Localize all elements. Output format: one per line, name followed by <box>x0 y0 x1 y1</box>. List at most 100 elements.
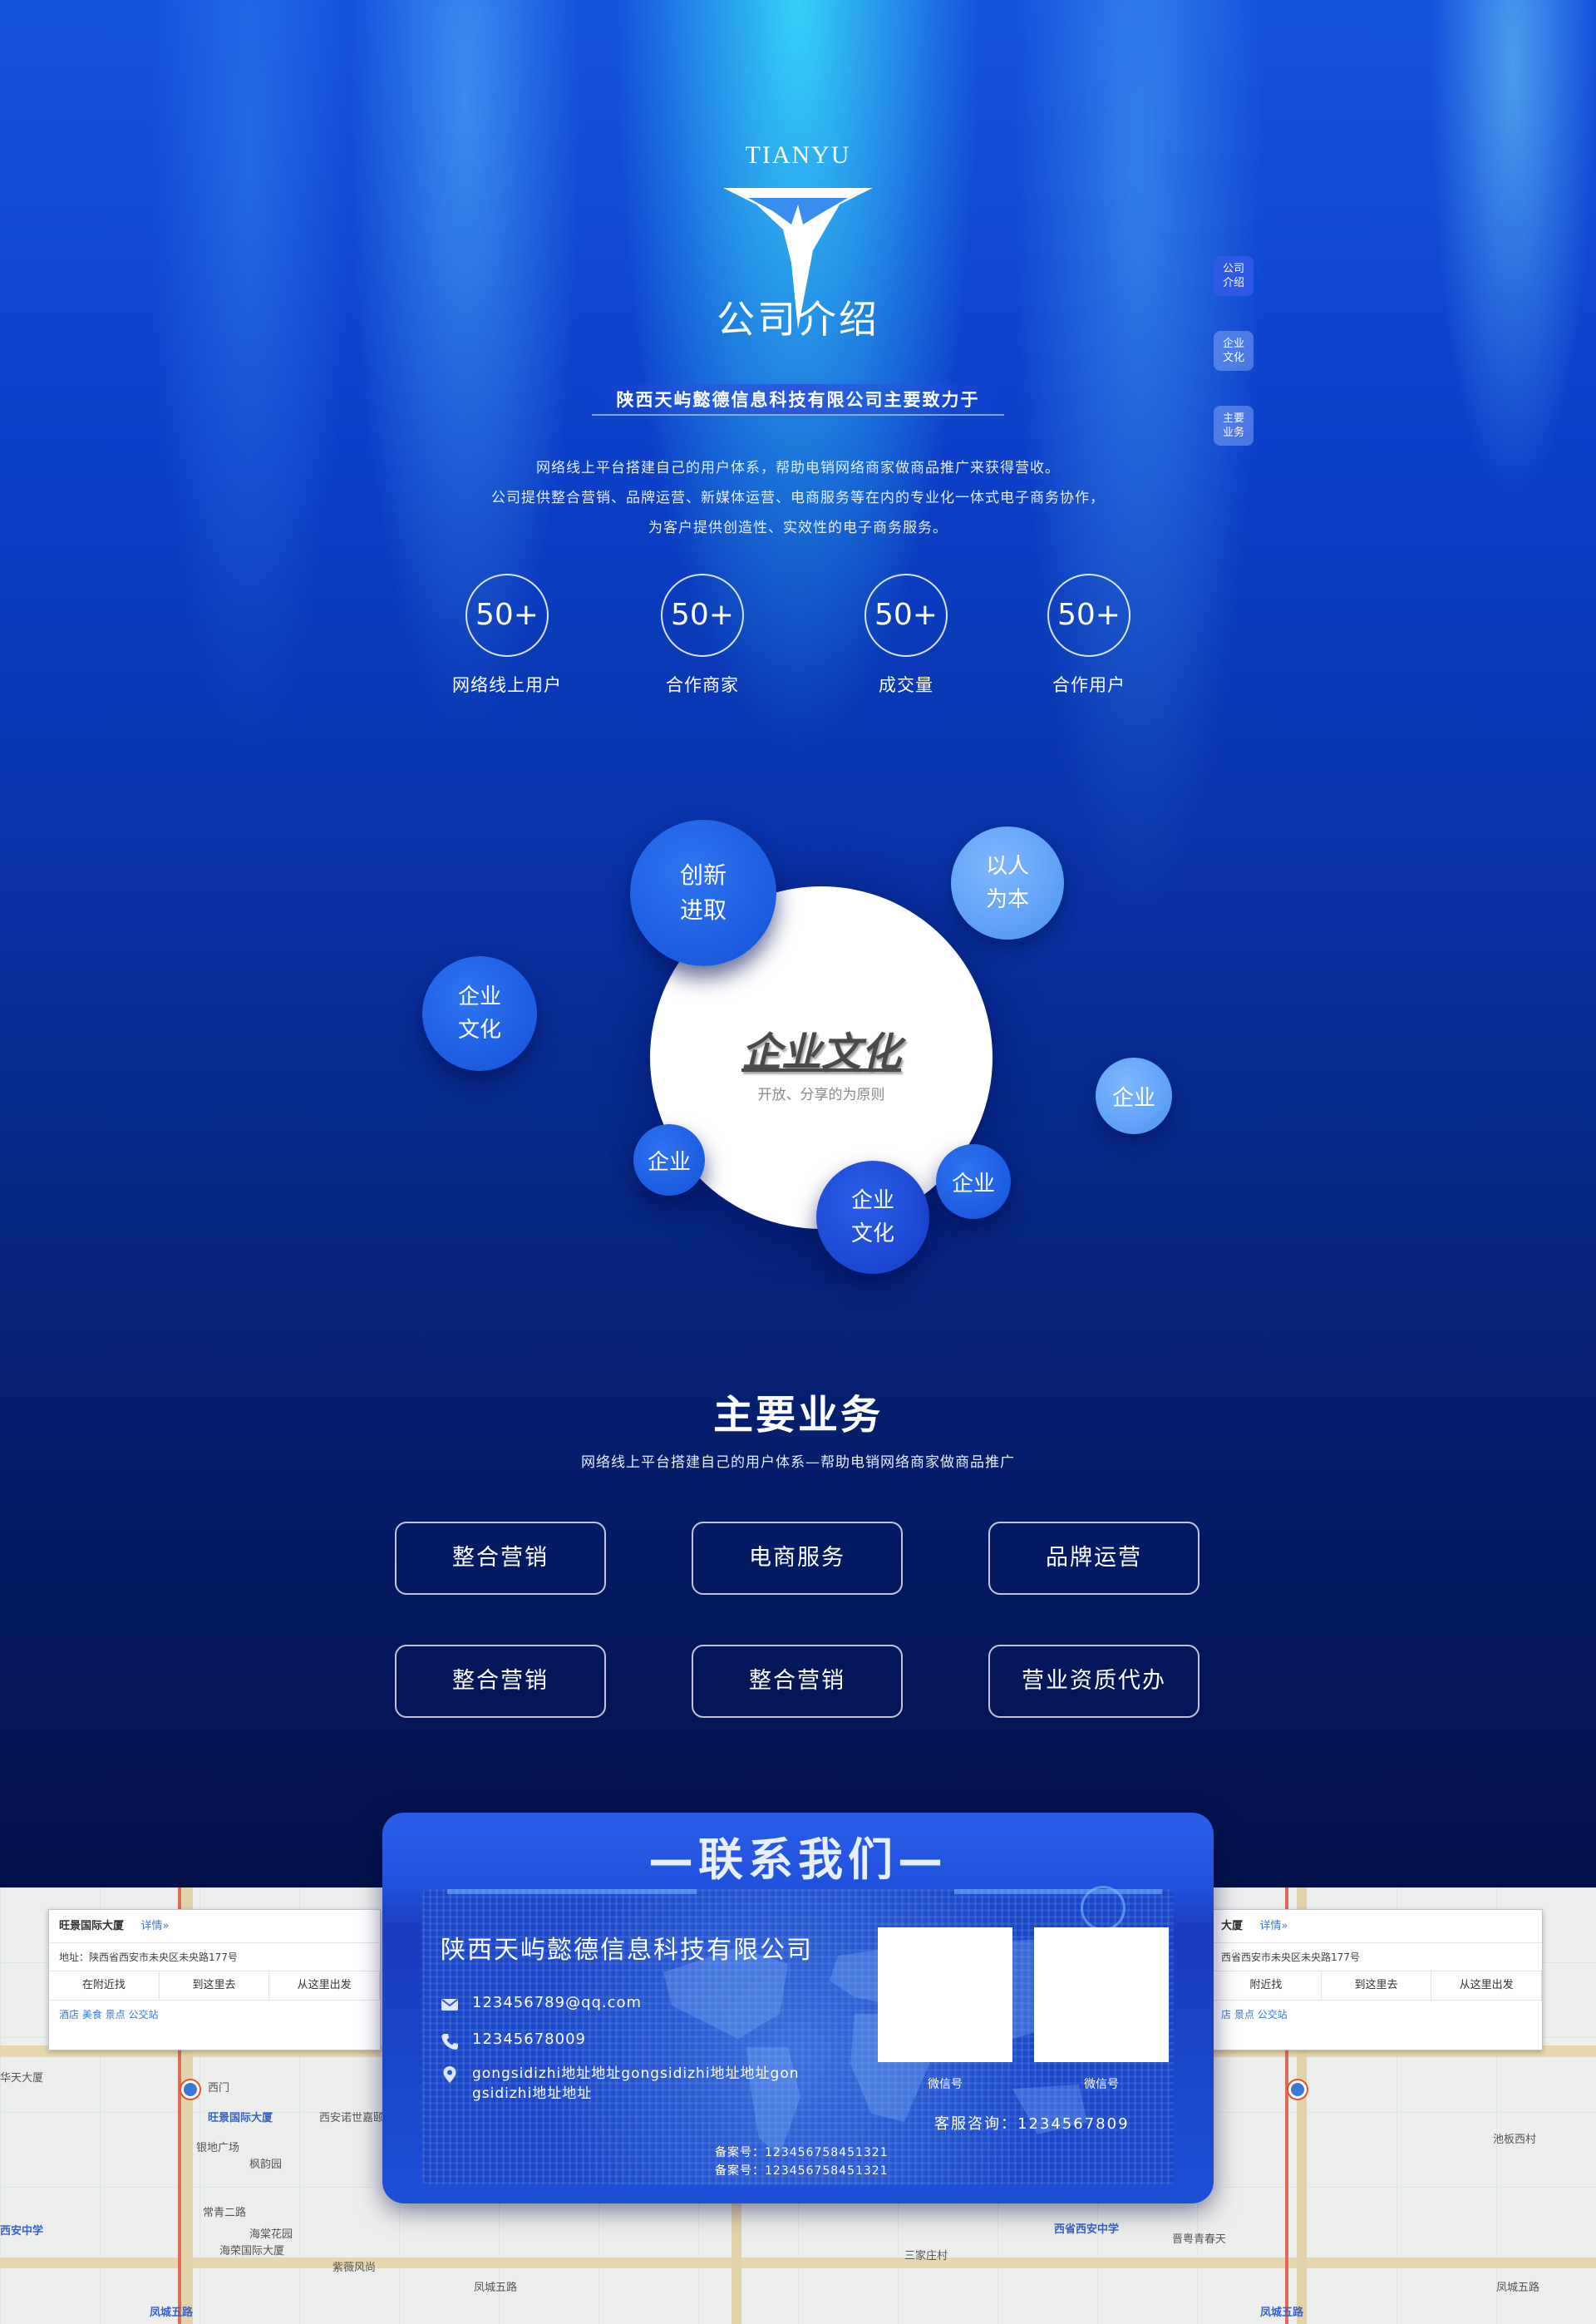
culture-subtitle: 开放、分享的为原则 <box>757 1087 885 1103</box>
map-detail-link[interactable]: 详情» <box>141 1920 170 1932</box>
map-label: 银地广场 <box>196 2142 240 2154</box>
business-item-button[interactable]: 整合营销 <box>395 1645 606 1718</box>
contact-phone: 12345678009 <box>441 2030 586 2050</box>
map-panel-title: 旺景国际大厦 <box>59 1920 125 1932</box>
culture-bubble[interactable]: 企业 <box>936 1144 1011 1219</box>
stat-item: 50+ 成交量 <box>823 574 989 697</box>
map-label: 海荣国际大厦 <box>219 2245 285 2257</box>
record-number: 备案号：123456758451321 <box>715 2164 889 2178</box>
email-text[interactable]: 123456789@qq.com <box>472 1994 642 2011</box>
stat-value: 50+ <box>466 574 549 657</box>
bubble-line: 企业 <box>457 984 501 1009</box>
stat-value: 50+ <box>1047 574 1130 657</box>
map-info-panel: 大厦 详情» 西省西安市未央区未央路177号 附近找 到这里去 从这里出发 店 … <box>1210 1909 1543 2050</box>
address-line: gsidizhi地址地址 <box>472 2085 593 2102</box>
qr-label: 微信号 <box>928 2078 963 2091</box>
culture-bubble[interactable]: 企业 <box>633 1124 705 1196</box>
side-nav-item-business[interactable]: 主要 业务 <box>1214 406 1254 446</box>
business-item-button[interactable]: 营业资质代办 <box>988 1645 1199 1718</box>
business-item-button[interactable]: 电商服务 <box>692 1522 903 1595</box>
stat-value: 50+ <box>661 574 744 657</box>
culture-bubble[interactable]: 创新 进取 <box>630 820 776 966</box>
map-tab-nearby[interactable]: 在附近找 <box>49 1971 160 2000</box>
intro-line: 网络线上平台搭建自己的用户体系，帮助电销网络商家做商品推广来获得营收。 <box>536 460 1060 476</box>
map-quick-links[interactable]: 酒店 美食 景点 公交站 <box>49 2001 380 2028</box>
map-label: 紫薇风尚 <box>332 2262 377 2274</box>
map-label: 池板西村 <box>1493 2134 1537 2146</box>
company-name: 陕西天屿懿德信息科技有限公司 <box>441 1936 813 1965</box>
contact-email: 123456789@qq.com <box>441 1994 642 2014</box>
intro-line: 公司提供整合营销、品牌运营、新媒体运营、电商服务等在内的专业化一体式电子商务协作… <box>491 490 1105 506</box>
culture-bubble[interactable]: 企业 文化 <box>422 956 537 1071</box>
map-label: 枫韵园 <box>249 2159 283 2171</box>
map-panel-address: 地址：陕西省西安市未央区未央路177号 <box>59 1951 238 1963</box>
culture-bubble[interactable]: 企业 文化 <box>816 1161 929 1274</box>
bubble-line: 企业 <box>951 1171 995 1197</box>
business-item-button[interactable]: 整合营销 <box>395 1522 606 1595</box>
bubble-line: 企业 <box>850 1188 894 1213</box>
bubble-line: 为本 <box>985 887 1029 912</box>
stat-label: 成交量 <box>879 675 933 695</box>
culture-bubble[interactable]: 企业 <box>1096 1058 1172 1134</box>
map-label: 西省西安中学 <box>1054 2223 1120 2236</box>
decor-bar <box>954 1889 1162 1894</box>
side-nav-item-culture[interactable]: 企业 文化 <box>1214 331 1254 371</box>
map-panel-header: 大厦 详情» <box>1211 1910 1542 1943</box>
map-tab-from[interactable]: 从这里出发 <box>269 1971 381 2000</box>
map-label: 三家庄村 <box>904 2250 948 2262</box>
map-label: 华天大厦 <box>0 2072 44 2085</box>
business-grid: 整合营销 电商服务 品牌运营 整合营销 整合营销 营业资质代办 <box>395 1522 1201 1721</box>
side-nav-label: 主要 <box>1222 412 1244 425</box>
stat-item: 50+ 合作用户 <box>1006 574 1172 697</box>
wechat-qr-code <box>878 1927 1012 2062</box>
map-label: 凤城五路 <box>474 2282 518 2294</box>
map-pin-icon[interactable] <box>1288 2080 1307 2099</box>
map-panel-tabs: 在附近找 到这里去 从这里出发 <box>49 1971 381 2001</box>
qr-label: 微信号 <box>1084 2078 1119 2091</box>
logo-wordmark: TIANYU <box>745 141 851 169</box>
side-nav: 公司 介绍 企业 文化 主要 业务 <box>1214 256 1255 481</box>
phone-text[interactable]: 12345678009 <box>472 2030 586 2048</box>
business-title: 主要业务 <box>712 1392 883 1438</box>
map-panel-address: 西省西安市未央区未央路177号 <box>1221 1951 1360 1963</box>
location-pin-icon <box>443 2066 456 2083</box>
culture-title: 企业文化 <box>741 1029 901 1076</box>
stats-row: 50+ 网络线上用户 50+ 合作商家 50+ 成交量 50+ 合作用户 <box>432 574 1164 707</box>
bubble-line: 进取 <box>679 896 727 924</box>
map-label: 西门 <box>208 2082 230 2095</box>
address-text: gongsidizhi地址地址gongsidizhi地址地址gon gsidiz… <box>472 2064 800 2104</box>
side-nav-item-intro[interactable]: 公司 介绍 <box>1214 256 1254 296</box>
bubble-line: 企业 <box>1111 1085 1155 1111</box>
stat-value: 50+ <box>864 574 948 657</box>
stat-item: 50+ 网络线上用户 <box>424 574 590 697</box>
map-tab-nearby[interactable]: 附近找 <box>1211 1971 1322 2000</box>
culture-bubble[interactable]: 以人 为本 <box>951 826 1064 940</box>
map-pin-icon[interactable] <box>181 2080 200 2099</box>
contact-title: —联系我们— <box>648 1833 948 1886</box>
map-label: 海棠花园 <box>249 2228 293 2241</box>
business-item-button[interactable]: 品牌运营 <box>988 1522 1199 1595</box>
stat-item: 50+ 合作商家 <box>619 574 786 697</box>
side-nav-label: 文化 <box>1222 352 1244 364</box>
bubble-line: 创新 <box>679 861 727 889</box>
intro-text: 网络线上平台搭建自己的用户体系，帮助电销网络商家做商品推广来获得营收。 公司提供… <box>416 453 1180 543</box>
stat-label: 合作用户 <box>1052 675 1126 695</box>
bubble-line: 文化 <box>850 1221 894 1246</box>
bubble-line: 企业 <box>647 1149 691 1175</box>
map-tab-to[interactable]: 到这里去 <box>1322 1971 1432 2000</box>
map-label: 旺景国际大厦 <box>208 2112 273 2124</box>
business-item-button[interactable]: 整合营销 <box>692 1645 903 1718</box>
map-tab-to[interactable]: 到这里去 <box>160 1971 270 2000</box>
map-tab-from[interactable]: 从这里出发 <box>1431 1971 1543 2000</box>
map-quick-links[interactable]: 店 景点 公交站 <box>1211 2001 1542 2028</box>
side-nav-label: 企业 <box>1222 338 1244 350</box>
mail-icon <box>441 1999 458 2011</box>
address-line: gongsidizhi地址地址gongsidizhi地址地址gon <box>472 2065 800 2082</box>
bubble-line: 文化 <box>457 1018 501 1043</box>
stat-label: 网络线上用户 <box>452 675 562 695</box>
map-detail-link[interactable]: 详情» <box>1260 1920 1288 1932</box>
map-label: 凤城五路 <box>1260 2307 1304 2319</box>
map-label: 常青二路 <box>203 2207 247 2219</box>
wechat-qr-code <box>1034 1927 1169 2062</box>
customer-hotline: 客服咨询：1234567809 <box>934 2115 1130 2133</box>
